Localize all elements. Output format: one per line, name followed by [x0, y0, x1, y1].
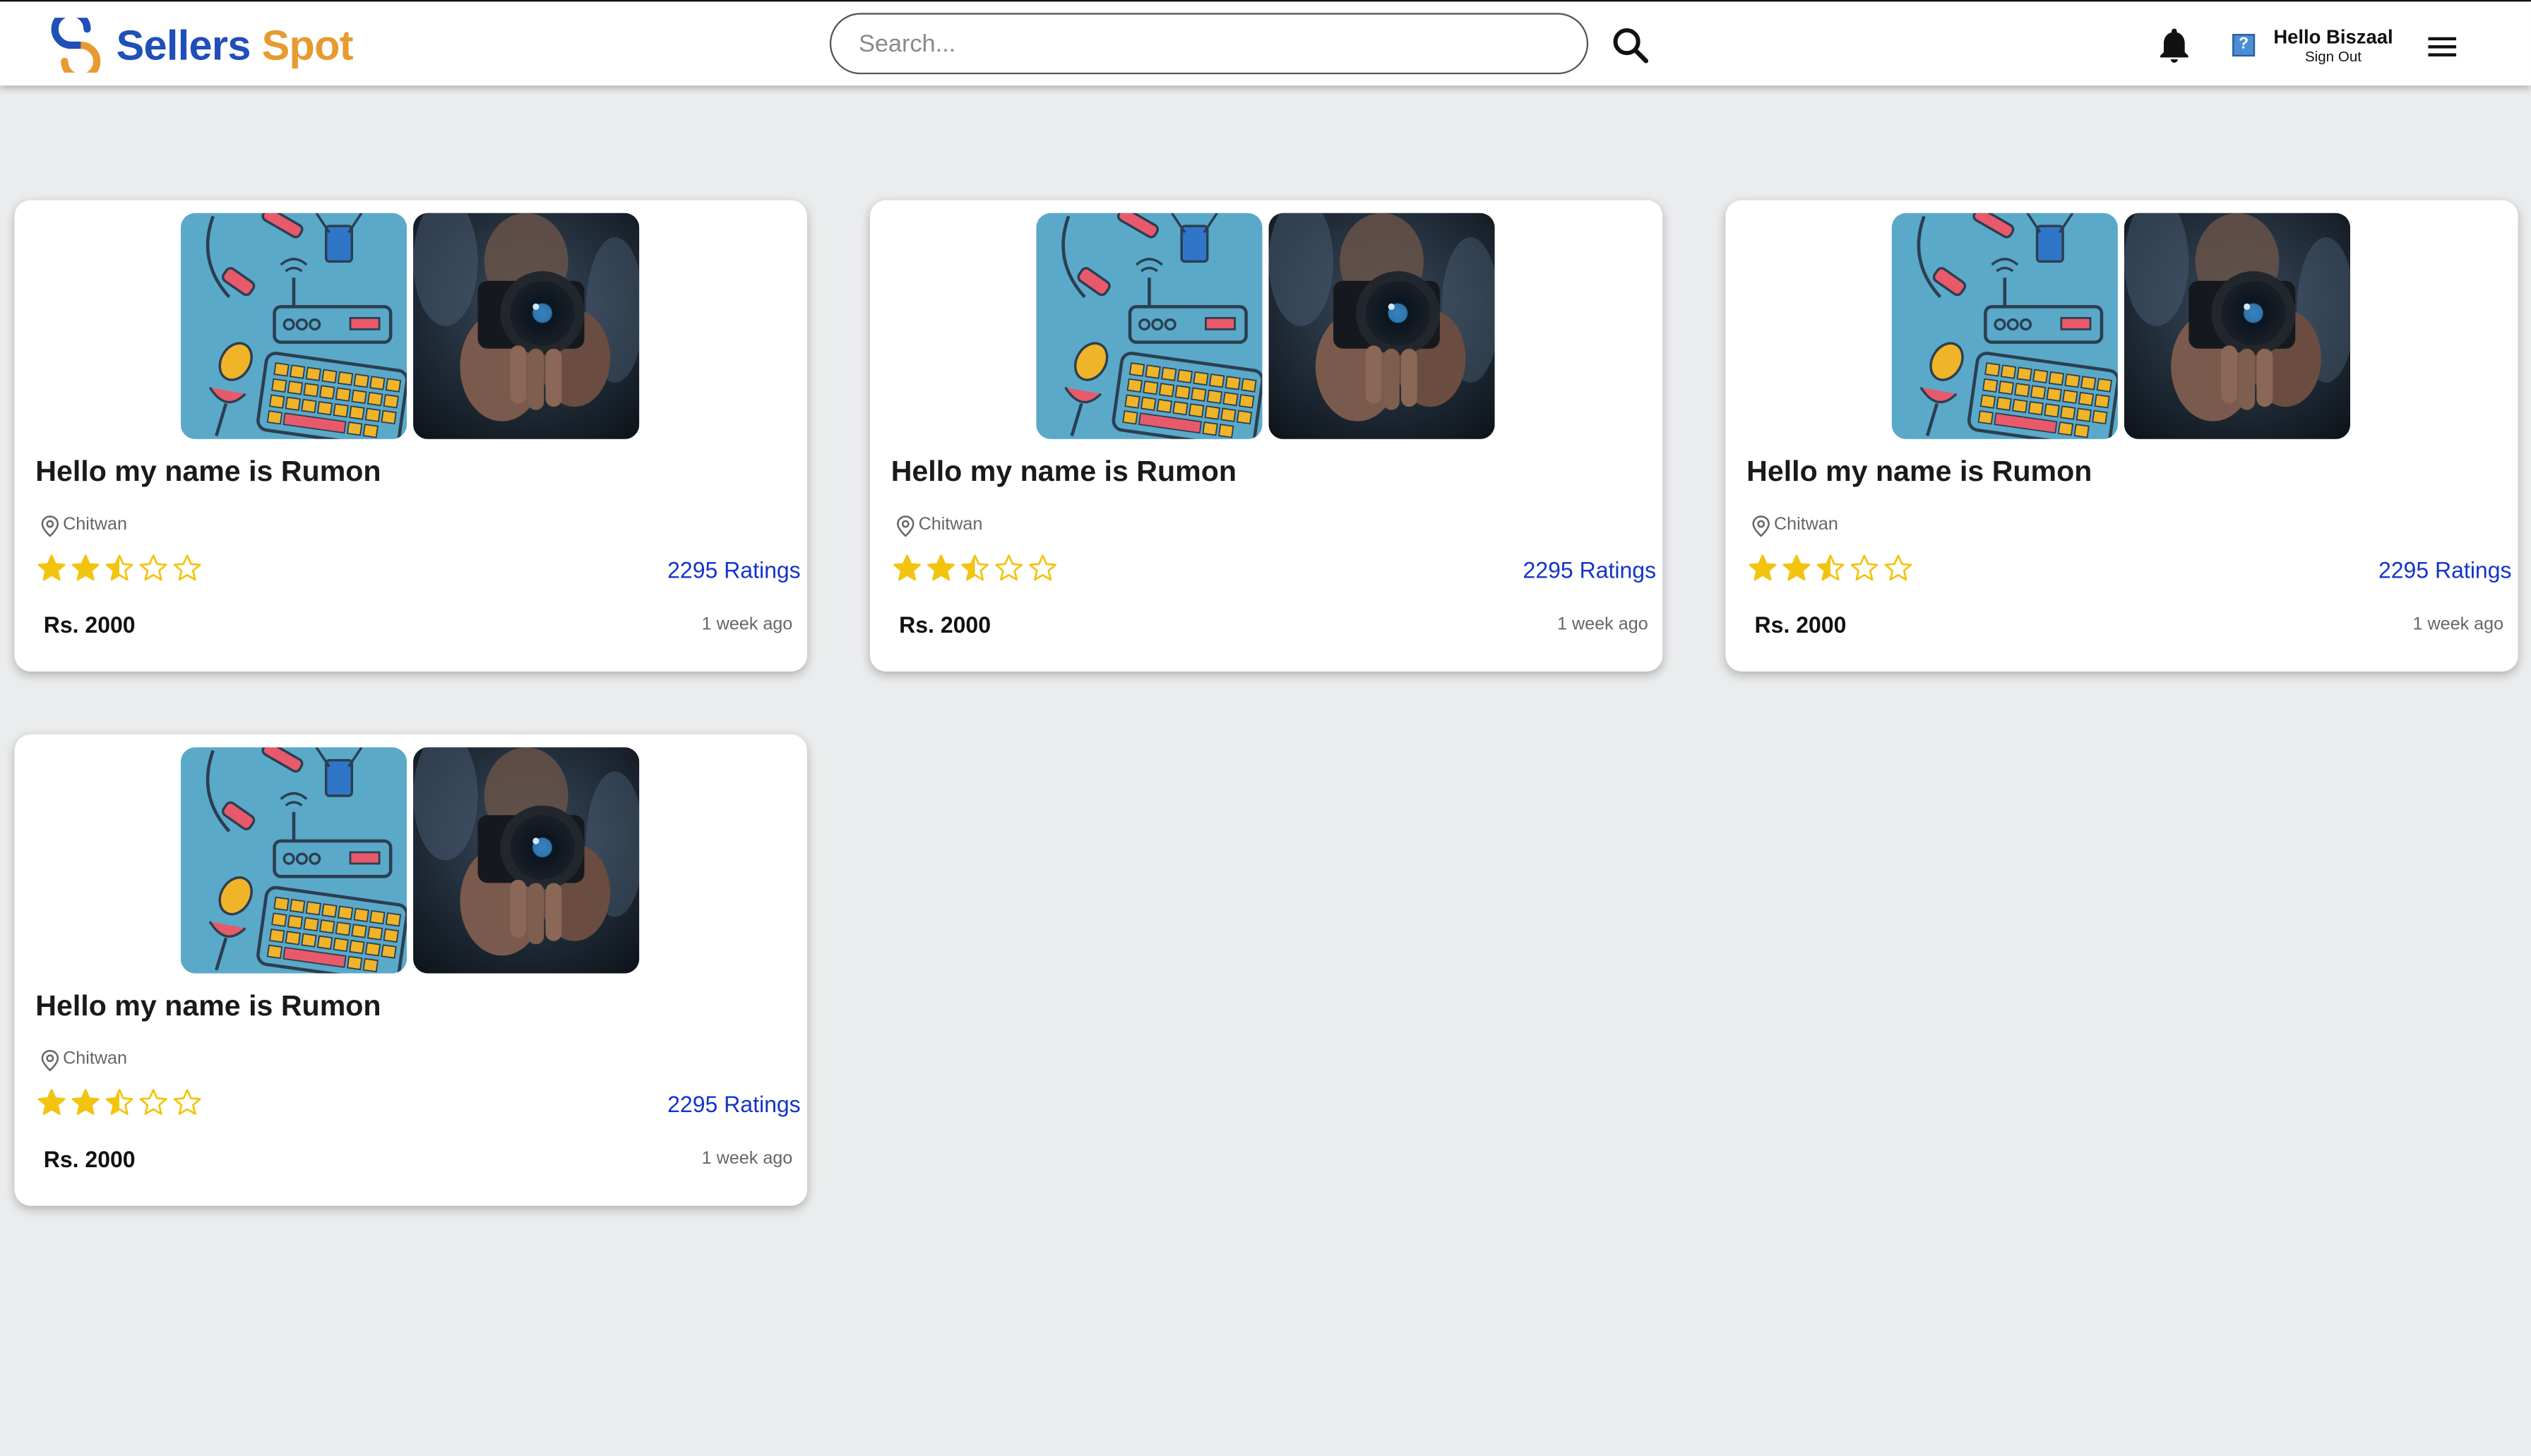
- logo-word-spot: Spot: [261, 20, 354, 69]
- search-icon: [1613, 28, 1649, 64]
- listing-image-gadgets[interactable]: [180, 213, 407, 439]
- listing-location: Chitwan: [1773, 515, 1838, 535]
- gadgets-illustration-icon: [1036, 213, 1263, 439]
- star-full-icon: [71, 1089, 100, 1115]
- camera-photo-icon: [413, 213, 640, 439]
- bell-icon: [2160, 28, 2188, 63]
- gadgets-illustration-icon: [180, 747, 407, 974]
- sign-out-link[interactable]: Sign Out: [2265, 49, 2402, 66]
- listing-price: Rs. 2000: [899, 611, 991, 638]
- listing-image-gadgets[interactable]: [1036, 213, 1263, 439]
- star-rating: [893, 554, 1057, 583]
- listing-posted-time: 1 week ago: [2412, 614, 2504, 635]
- listing-image-camera[interactable]: [413, 747, 640, 974]
- star-empty-icon: [995, 554, 1023, 581]
- logo-text: Sellers Spot: [116, 20, 354, 71]
- ratings-count-link[interactable]: 2295 Ratings: [667, 1091, 801, 1117]
- camera-photo-icon: [1268, 213, 1495, 439]
- listing-price: Rs. 2000: [1754, 611, 1847, 638]
- search-button[interactable]: [1609, 24, 1651, 66]
- camera-photo-icon: [413, 747, 640, 974]
- star-full-icon: [37, 554, 66, 581]
- search-input[interactable]: [829, 13, 1589, 75]
- listing-card[interactable]: Hello my name is Rumon Chitwan 2295 Rati…: [1725, 200, 2518, 672]
- star-empty-icon: [139, 1089, 167, 1115]
- gadgets-illustration-icon: [1891, 213, 2118, 439]
- star-half-icon: [105, 1089, 133, 1115]
- star-half-icon: [1816, 554, 1845, 581]
- listing-title[interactable]: Hello my name is Rumon: [35, 455, 381, 489]
- star-rating: [37, 1088, 202, 1117]
- logo-word-sellers: Sellers: [116, 20, 251, 69]
- listing-card[interactable]: Hello my name is Rumon Chitwan 2295 Rati…: [14, 200, 807, 672]
- listing-price: Rs. 2000: [43, 1146, 136, 1172]
- location-pin-icon: [1752, 515, 1770, 537]
- star-empty-icon: [139, 554, 167, 581]
- star-empty-icon: [173, 1089, 201, 1115]
- sellers-spot-logo-icon: [51, 18, 101, 73]
- star-full-icon: [927, 554, 955, 581]
- star-rating: [37, 554, 202, 583]
- page: Sellers Spot ? Hello Biszaal Sign Out: [0, 0, 2531, 1456]
- listing-title[interactable]: Hello my name is Rumon: [1746, 455, 2092, 489]
- star-half-icon: [105, 554, 133, 581]
- user-greeting: Hello Biszaal: [2273, 25, 2393, 49]
- ratings-count-link[interactable]: 2295 Ratings: [1523, 557, 1657, 583]
- ratings-count-link[interactable]: 2295 Ratings: [2378, 557, 2512, 583]
- listing-image-camera[interactable]: [2124, 213, 2350, 439]
- hamburger-menu-icon: [2428, 37, 2457, 56]
- listing-location: Chitwan: [63, 1049, 127, 1069]
- star-full-icon: [1749, 554, 1777, 581]
- listing-image-gadgets[interactable]: [180, 747, 407, 974]
- menu-button[interactable]: [2422, 26, 2463, 68]
- listing-title[interactable]: Hello my name is Rumon: [891, 455, 1237, 489]
- star-empty-icon: [1884, 554, 1912, 581]
- star-empty-icon: [1029, 554, 1056, 581]
- listing-title[interactable]: Hello my name is Rumon: [35, 989, 381, 1023]
- ratings-count-link[interactable]: 2295 Ratings: [667, 557, 801, 583]
- listing-image-camera[interactable]: [413, 213, 640, 439]
- location-pin-icon: [41, 1049, 59, 1072]
- top-navbar: Sellers Spot ? Hello Biszaal Sign Out: [0, 0, 2531, 86]
- logo[interactable]: Sellers Spot: [49, 16, 354, 74]
- star-full-icon: [893, 554, 921, 581]
- star-full-icon: [71, 554, 100, 581]
- notifications-button[interactable]: [2153, 24, 2195, 66]
- listing-image-camera[interactable]: [1268, 213, 1495, 439]
- listing-card[interactable]: Hello my name is Rumon Chitwan 2295 Rati…: [14, 734, 807, 1206]
- listing-location: Chitwan: [63, 515, 127, 535]
- star-full-icon: [1782, 554, 1811, 581]
- gadgets-illustration-icon: [180, 213, 407, 439]
- listing-price: Rs. 2000: [43, 611, 136, 638]
- location-pin-icon: [41, 515, 59, 537]
- listing-card[interactable]: Hello my name is Rumon Chitwan 2295 Rati…: [869, 200, 1663, 672]
- broken-image-icon[interactable]: ?: [2232, 34, 2256, 57]
- listing-location: Chitwan: [918, 515, 983, 535]
- star-empty-icon: [1850, 554, 1878, 581]
- star-rating: [1748, 554, 1912, 583]
- location-pin-icon: [897, 515, 915, 537]
- listing-image-gadgets[interactable]: [1891, 213, 2118, 439]
- star-half-icon: [961, 554, 989, 581]
- camera-photo-icon: [2124, 213, 2350, 439]
- listing-posted-time: 1 week ago: [1557, 614, 1648, 635]
- listing-posted-time: 1 week ago: [701, 614, 793, 635]
- star-empty-icon: [173, 554, 201, 581]
- listing-posted-time: 1 week ago: [701, 1149, 793, 1169]
- star-full-icon: [37, 1089, 66, 1115]
